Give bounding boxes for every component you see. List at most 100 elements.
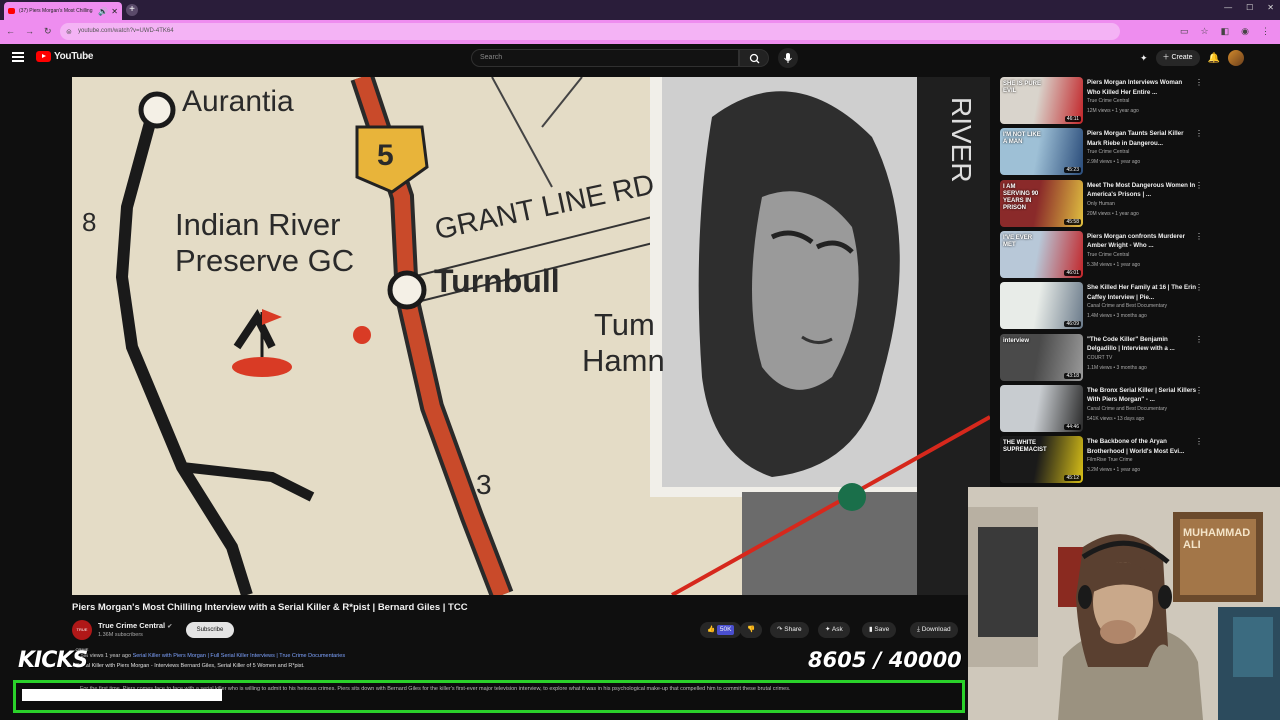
recommended-channel[interactable]: Canal Crime and Best Documentary xyxy=(1087,303,1167,309)
goal-counter: 8605 / 40000 xyxy=(808,648,962,672)
header-actions: ✦ ＋ Create 🔔 xyxy=(1140,50,1244,66)
voice-search-button[interactable] xyxy=(778,48,798,68)
video-thumbnail[interactable]: SHE IS PURE EVIL 46:11 xyxy=(1000,77,1083,124)
recommended-video[interactable]: THE WHITE SUPREMACIST 45:12 The Backbone o… xyxy=(1000,436,1272,484)
video-thumbnail[interactable]: I AM SERVING 90 YEARS IN PRISON 45:58 xyxy=(1000,179,1083,227)
browser-menu-icon[interactable]: ⋮ xyxy=(1261,26,1270,37)
recommended-video[interactable]: SHE IS PURE EVIL 46:11 Piers Morgan Interv… xyxy=(1000,77,1272,125)
thumbs-up-icon: 👍 xyxy=(707,626,716,633)
video-thumbnail[interactable]: interview 43:18 xyxy=(1000,333,1083,381)
bookmark-star-icon[interactable]: ☆ xyxy=(1201,26,1209,37)
save-button[interactable]: ▮ Save xyxy=(862,622,897,638)
create-label: Create xyxy=(1171,54,1193,61)
video-thumbnail[interactable]: 44:46 xyxy=(1000,384,1083,432)
recommended-channel[interactable]: FilmRise True Crime xyxy=(1087,457,1133,463)
recommended-title[interactable]: She Killed Her Family at 16 | The Erin C… xyxy=(1087,283,1197,302)
subscribe-button[interactable]: Subscribe xyxy=(186,622,234,638)
more-options-icon[interactable]: ⋮ xyxy=(1195,335,1203,344)
recommended-channel[interactable]: True Crime Central xyxy=(1087,149,1129,155)
map-label-8: 8 xyxy=(82,207,97,237)
account-avatar[interactable] xyxy=(1227,50,1244,66)
more-options-icon[interactable]: ⋮ xyxy=(1195,232,1203,241)
forward-icon[interactable]: → xyxy=(25,26,34,37)
plus-icon: ＋ xyxy=(1162,54,1170,61)
close-window-icon[interactable]: ✕ xyxy=(1267,3,1274,12)
download-label: Download xyxy=(921,626,951,633)
youtube-play-icon xyxy=(36,51,51,62)
more-options-icon[interactable]: ⋮ xyxy=(1195,78,1203,87)
recommended-channel[interactable]: Canal Crime and Best Documentary xyxy=(1087,406,1167,412)
recommended-title[interactable]: Piers Morgan confronts Murderer Amber Wr… xyxy=(1087,232,1197,251)
video-description: Serial Killer with Piers Morgan - Interv… xyxy=(76,663,305,669)
minimize-icon[interactable]: — xyxy=(1224,3,1232,12)
speaker-icon[interactable]: 🔊 xyxy=(98,7,108,16)
kicks-overlay-label: KICKS xyxy=(18,648,88,673)
close-tab-icon[interactable]: ✕ xyxy=(111,7,118,16)
extensions-icon[interactable]: ◧ xyxy=(1221,26,1230,37)
recommended-video[interactable]: I'VE EVER MET 46:01 Piers Morgan confronts… xyxy=(1000,230,1272,279)
hashtag-links[interactable]: Serial Killer with Piers Morgan | Full S… xyxy=(133,653,346,659)
youtube-header: YouTube Search ✦ ＋ Create 🔔 xyxy=(0,44,1280,72)
recommended-channel[interactable]: True Crime Central xyxy=(1087,98,1129,104)
youtube-favicon-icon xyxy=(8,8,15,14)
dislike-button[interactable]: 👎 xyxy=(740,622,763,638)
recommended-channel[interactable]: COURT TV xyxy=(1087,355,1112,361)
recommended-views: 5.3M views • 1 year ago xyxy=(1087,261,1141,268)
video-thumbnail[interactable]: I'M NOT LIKE A MAN 45:23 xyxy=(1000,128,1083,176)
channel-avatar[interactable]: TRUE CRIME xyxy=(72,620,92,652)
youtube-logo[interactable]: YouTube xyxy=(36,51,94,62)
back-icon[interactable]: ← xyxy=(6,26,15,37)
recommended-video[interactable]: 46:09 She Killed Her Family at 16 | The E… xyxy=(1000,282,1272,330)
site-info-icon[interactable]: ⊜ xyxy=(66,28,72,36)
create-button[interactable]: ＋ Create xyxy=(1155,50,1200,66)
recommended-channel[interactable]: True Crime Central xyxy=(1087,252,1129,258)
notifications-bell-icon[interactable]: 🔔 xyxy=(1208,53,1220,64)
map-label-turnbull: Turnbull xyxy=(434,263,560,299)
more-options-icon[interactable]: ⋮ xyxy=(1195,437,1203,446)
video-thumbnail[interactable]: I'VE EVER MET 46:01 xyxy=(1000,230,1083,278)
recommended-video[interactable]: I'M NOT LIKE A MAN 45:23 Piers Morgan Taun… xyxy=(1000,128,1272,176)
recommended-video[interactable]: I AM SERVING 90 YEARS IN PRISON 45:58 Meet… xyxy=(1000,179,1272,228)
more-options-icon[interactable]: ⋮ xyxy=(1195,129,1203,138)
search-input[interactable]: Search xyxy=(471,49,739,67)
more-options-icon[interactable]: ⋮ xyxy=(1195,283,1203,292)
recommended-title[interactable]: Piers Morgan Taunts Serial Killer Mark R… xyxy=(1087,129,1197,148)
recommended-title[interactable]: Meet The Most Dangerous Women In America… xyxy=(1087,181,1197,200)
maximize-icon[interactable]: ☐ xyxy=(1246,3,1253,12)
ask-button[interactable]: ✦ Ask xyxy=(818,622,850,638)
search-button[interactable] xyxy=(739,49,769,67)
more-options-icon[interactable]: ⋮ xyxy=(1195,386,1203,395)
recommended-channel[interactable]: Only Human xyxy=(1087,201,1115,207)
extension-bolt-icon[interactable]: ✦ xyxy=(1140,53,1148,64)
channel-name[interactable]: True Crime Central ✔ xyxy=(98,621,172,630)
browser-tab[interactable]: (37) Piers Morgan's Most Chilling 🔊 ✕ xyxy=(4,2,122,20)
share-button[interactable]: ↷ Share xyxy=(770,622,809,638)
video-thumbnail[interactable]: 46:09 xyxy=(1000,282,1083,330)
video-player[interactable]: Aurantia Indian River Preserve GC GRANT … xyxy=(72,77,990,595)
url-input[interactable]: youtube.com/watch?v=UWD-4TK64 xyxy=(60,23,1120,40)
recommended-title[interactable]: The Bronx Serial Killer | Serial Killers… xyxy=(1087,386,1197,405)
sparkle-icon: ✦ xyxy=(825,626,831,633)
map-label-preserve: Preserve GC xyxy=(175,243,355,278)
taskbar-strip xyxy=(0,703,230,720)
share-label: Share xyxy=(784,626,802,633)
thumbnail-text: I'VE EVER MET xyxy=(1003,234,1033,248)
profile-icon[interactable]: ◉ xyxy=(1241,26,1249,37)
recommended-video[interactable]: interview 43:18 "The Code Killer" Benjamin… xyxy=(1000,333,1272,382)
recommended-video[interactable]: 44:46 The Bronx Serial Killer | Serial Ki… xyxy=(1000,384,1272,433)
reload-icon[interactable]: ↻ xyxy=(44,26,52,37)
webcam-image xyxy=(968,487,1280,720)
like-button[interactable]: 👍 50K xyxy=(700,622,742,638)
download-button[interactable]: ⤓ Download xyxy=(910,622,958,638)
recommended-views: 2.9M views • 1 year ago xyxy=(1087,159,1141,166)
video-thumbnail[interactable]: THE WHITE SUPREMACIST 45:12 xyxy=(1000,436,1083,484)
recommended-title[interactable]: "The Code Killer" Benjamin Delgadillo | … xyxy=(1087,335,1197,354)
hamburger-menu-icon[interactable] xyxy=(12,52,24,62)
recommended-title[interactable]: The Backbone of the Aryan Brotherhood | … xyxy=(1087,437,1197,456)
cast-icon[interactable]: ▭ xyxy=(1180,26,1189,37)
more-options-icon[interactable]: ⋮ xyxy=(1195,181,1203,190)
recommended-title[interactable]: Piers Morgan Interviews Woman Who Killed… xyxy=(1087,78,1197,97)
video-title: Piers Morgan's Most Chilling Interview w… xyxy=(72,602,468,613)
thumbs-down-icon: 👎 xyxy=(747,626,756,633)
new-tab-button[interactable]: + xyxy=(126,4,138,16)
